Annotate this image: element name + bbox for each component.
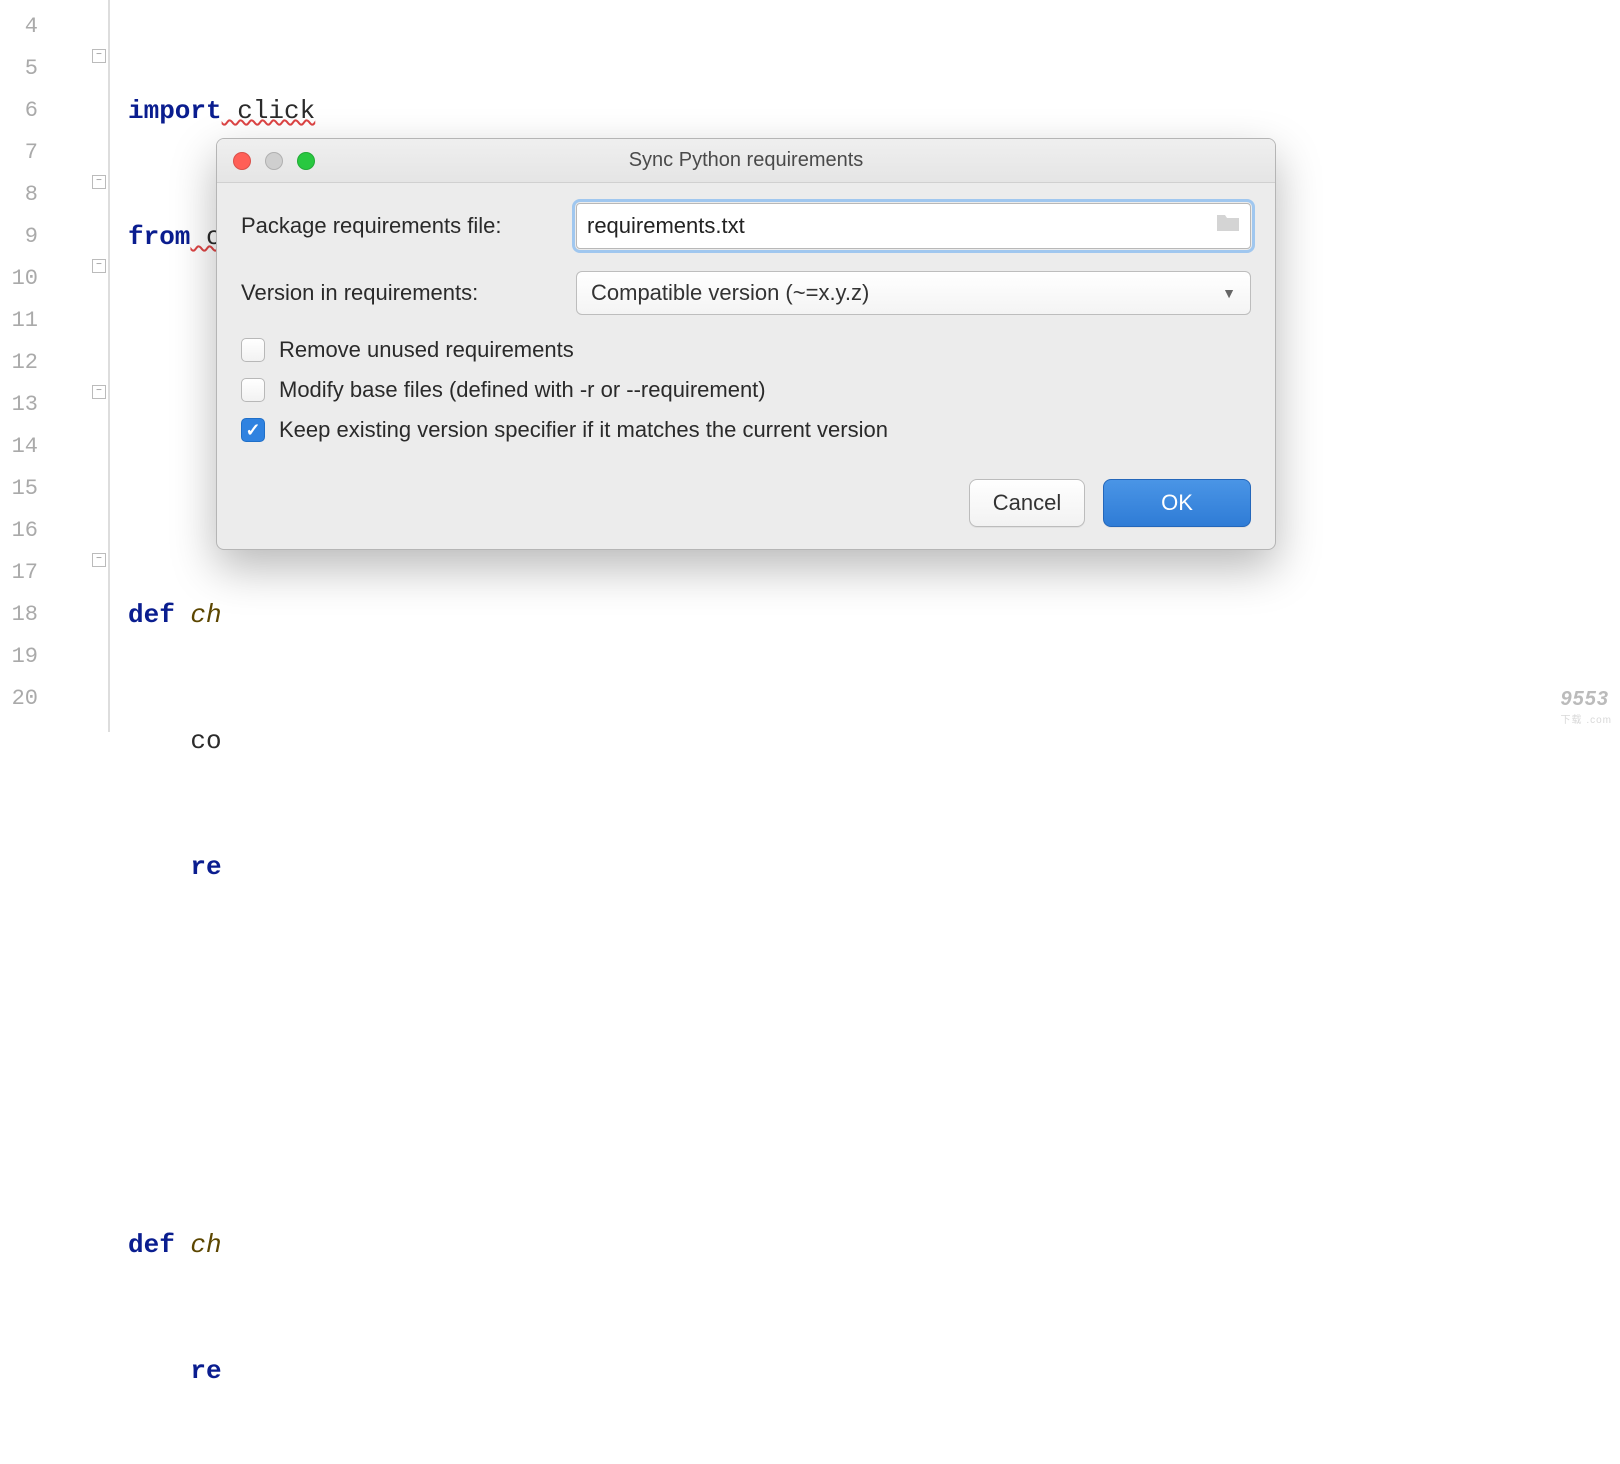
cancel-button[interactable]: Cancel xyxy=(969,479,1085,527)
code-line: def ch xyxy=(128,594,799,636)
code-line: re xyxy=(128,846,799,888)
code-line: re xyxy=(128,1350,799,1392)
modify-base-row[interactable]: Modify base files (defined with -r or --… xyxy=(241,377,1251,403)
modify-base-checkbox[interactable] xyxy=(241,378,265,402)
version-row: Version in requirements: Compatible vers… xyxy=(241,271,1251,315)
watermark-sub: 下载 .com xyxy=(1561,711,1612,726)
remove-unused-checkbox[interactable] xyxy=(241,338,265,362)
dialog-body: Package requirements file: Version in re… xyxy=(217,183,1275,467)
fold-marker-icon[interactable]: − xyxy=(92,49,106,63)
browse-folder-icon[interactable] xyxy=(1215,213,1241,239)
keep-existing-checkbox[interactable] xyxy=(241,418,265,442)
fold-marker-icon[interactable]: − xyxy=(92,553,106,567)
line-number: 16 xyxy=(0,510,38,552)
line-number: 18 xyxy=(0,594,38,636)
fold-marker-icon[interactable]: − xyxy=(92,385,106,399)
line-number: 8 xyxy=(0,174,38,216)
requirements-file-label: Package requirements file: xyxy=(241,213,576,239)
line-number: 10 xyxy=(0,258,38,300)
keep-existing-label: Keep existing version specifier if it ma… xyxy=(279,417,888,443)
file-row: Package requirements file: xyxy=(241,203,1251,249)
watermark-text: 9553 xyxy=(1561,688,1610,710)
line-number: 11 xyxy=(0,300,38,342)
line-number: 4 xyxy=(0,6,38,48)
modify-base-label: Modify base files (defined with -r or --… xyxy=(279,377,766,403)
chevron-down-icon: ▼ xyxy=(1222,285,1236,301)
keep-existing-row[interactable]: Keep existing version specifier if it ma… xyxy=(241,417,1251,443)
code-line: import click xyxy=(128,90,799,132)
version-select-value: Compatible version (~=x.y.z) xyxy=(591,280,869,306)
fold-marker-icon[interactable]: − xyxy=(92,259,106,273)
version-label: Version in requirements: xyxy=(241,280,576,306)
line-number: 19 xyxy=(0,636,38,678)
dialog-titlebar[interactable]: Sync Python requirements xyxy=(217,139,1275,183)
line-number: 12 xyxy=(0,342,38,384)
line-number: 9 xyxy=(0,216,38,258)
dialog-title: Sync Python requirements xyxy=(217,149,1275,172)
line-number: 6 xyxy=(0,90,38,132)
line-number: 14 xyxy=(0,426,38,468)
dialog-footer: Cancel OK xyxy=(217,467,1275,549)
line-number: 20 xyxy=(0,678,38,720)
watermark: 9553 下载 .com xyxy=(1561,688,1612,726)
ok-button[interactable]: OK xyxy=(1103,479,1251,527)
line-number: 5 xyxy=(0,48,38,90)
code-line: co xyxy=(128,720,799,762)
remove-unused-label: Remove unused requirements xyxy=(279,337,574,363)
code-line: def ch xyxy=(128,1224,799,1266)
fold-marker-icon[interactable]: − xyxy=(92,175,106,189)
version-select[interactable]: Compatible version (~=x.y.z) ▼ xyxy=(576,271,1251,315)
line-number: 17 xyxy=(0,552,38,594)
line-number: 7 xyxy=(0,132,38,174)
line-number: 13 xyxy=(0,384,38,426)
sync-requirements-dialog: Sync Python requirements Package require… xyxy=(216,138,1276,550)
line-number: 15 xyxy=(0,468,38,510)
requirements-file-input[interactable] xyxy=(576,203,1251,249)
line-number-gutter: 4 5 6 7 8 9 10 11 12 13 14 15 16 17 18 1… xyxy=(0,0,110,732)
remove-unused-row[interactable]: Remove unused requirements xyxy=(241,337,1251,363)
